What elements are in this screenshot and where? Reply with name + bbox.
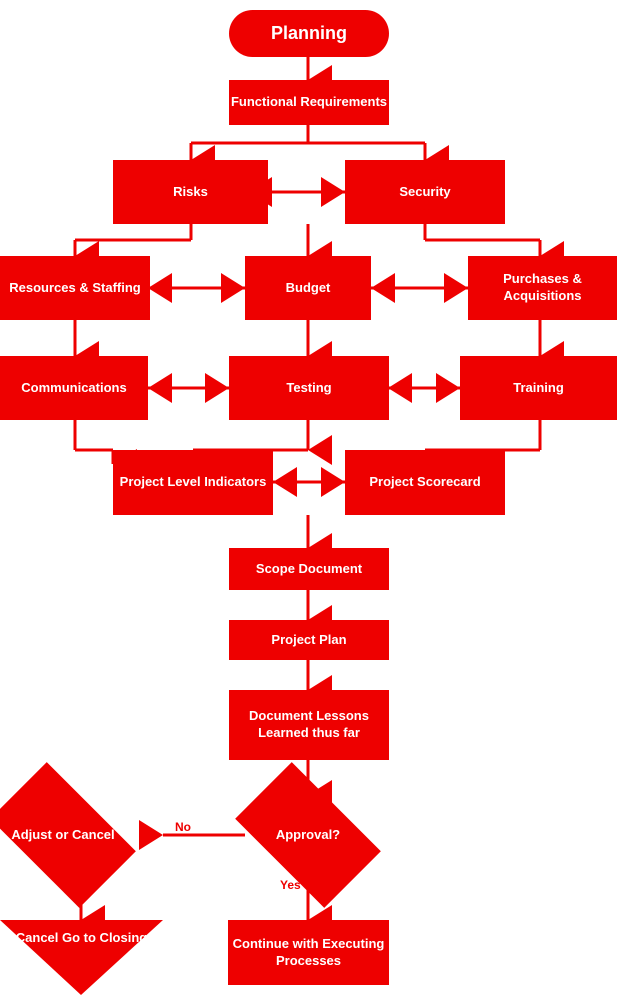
project-plan-node: Project Plan [229, 620, 389, 660]
communications-node: Communications [0, 356, 148, 420]
planning-node: Planning [229, 10, 389, 57]
testing-node: Testing [229, 356, 389, 420]
project-level-indicators-node: Project Level Indicators [113, 450, 273, 515]
functional-requirements-node: Functional Requirements [229, 80, 389, 125]
continue-executing-node: Continue with Executing Processes [228, 920, 389, 985]
budget-node: Budget [245, 256, 371, 320]
flowchart: Planning Functional Requirements Risks S… [0, 0, 617, 1001]
adjust-cancel-node: Adjust or Cancel [0, 795, 126, 875]
approval-node: Approval? [245, 795, 371, 875]
project-scorecard-node: Project Scorecard [345, 450, 505, 515]
cancel-closing-node: Cancel Go to Closing [0, 920, 163, 995]
scope-document-node: Scope Document [229, 548, 389, 590]
risks-node: Risks [113, 160, 268, 224]
training-node: Training [460, 356, 617, 420]
no-label: No [175, 820, 191, 834]
security-node: Security [345, 160, 505, 224]
yes-label: Yes [280, 878, 301, 892]
purchases-acquisitions-node: Purchases & Acquisitions [468, 256, 617, 320]
document-lessons-node: Document Lessons Learned thus far [229, 690, 389, 760]
resources-staffing-node: Resources & Staffing [0, 256, 150, 320]
